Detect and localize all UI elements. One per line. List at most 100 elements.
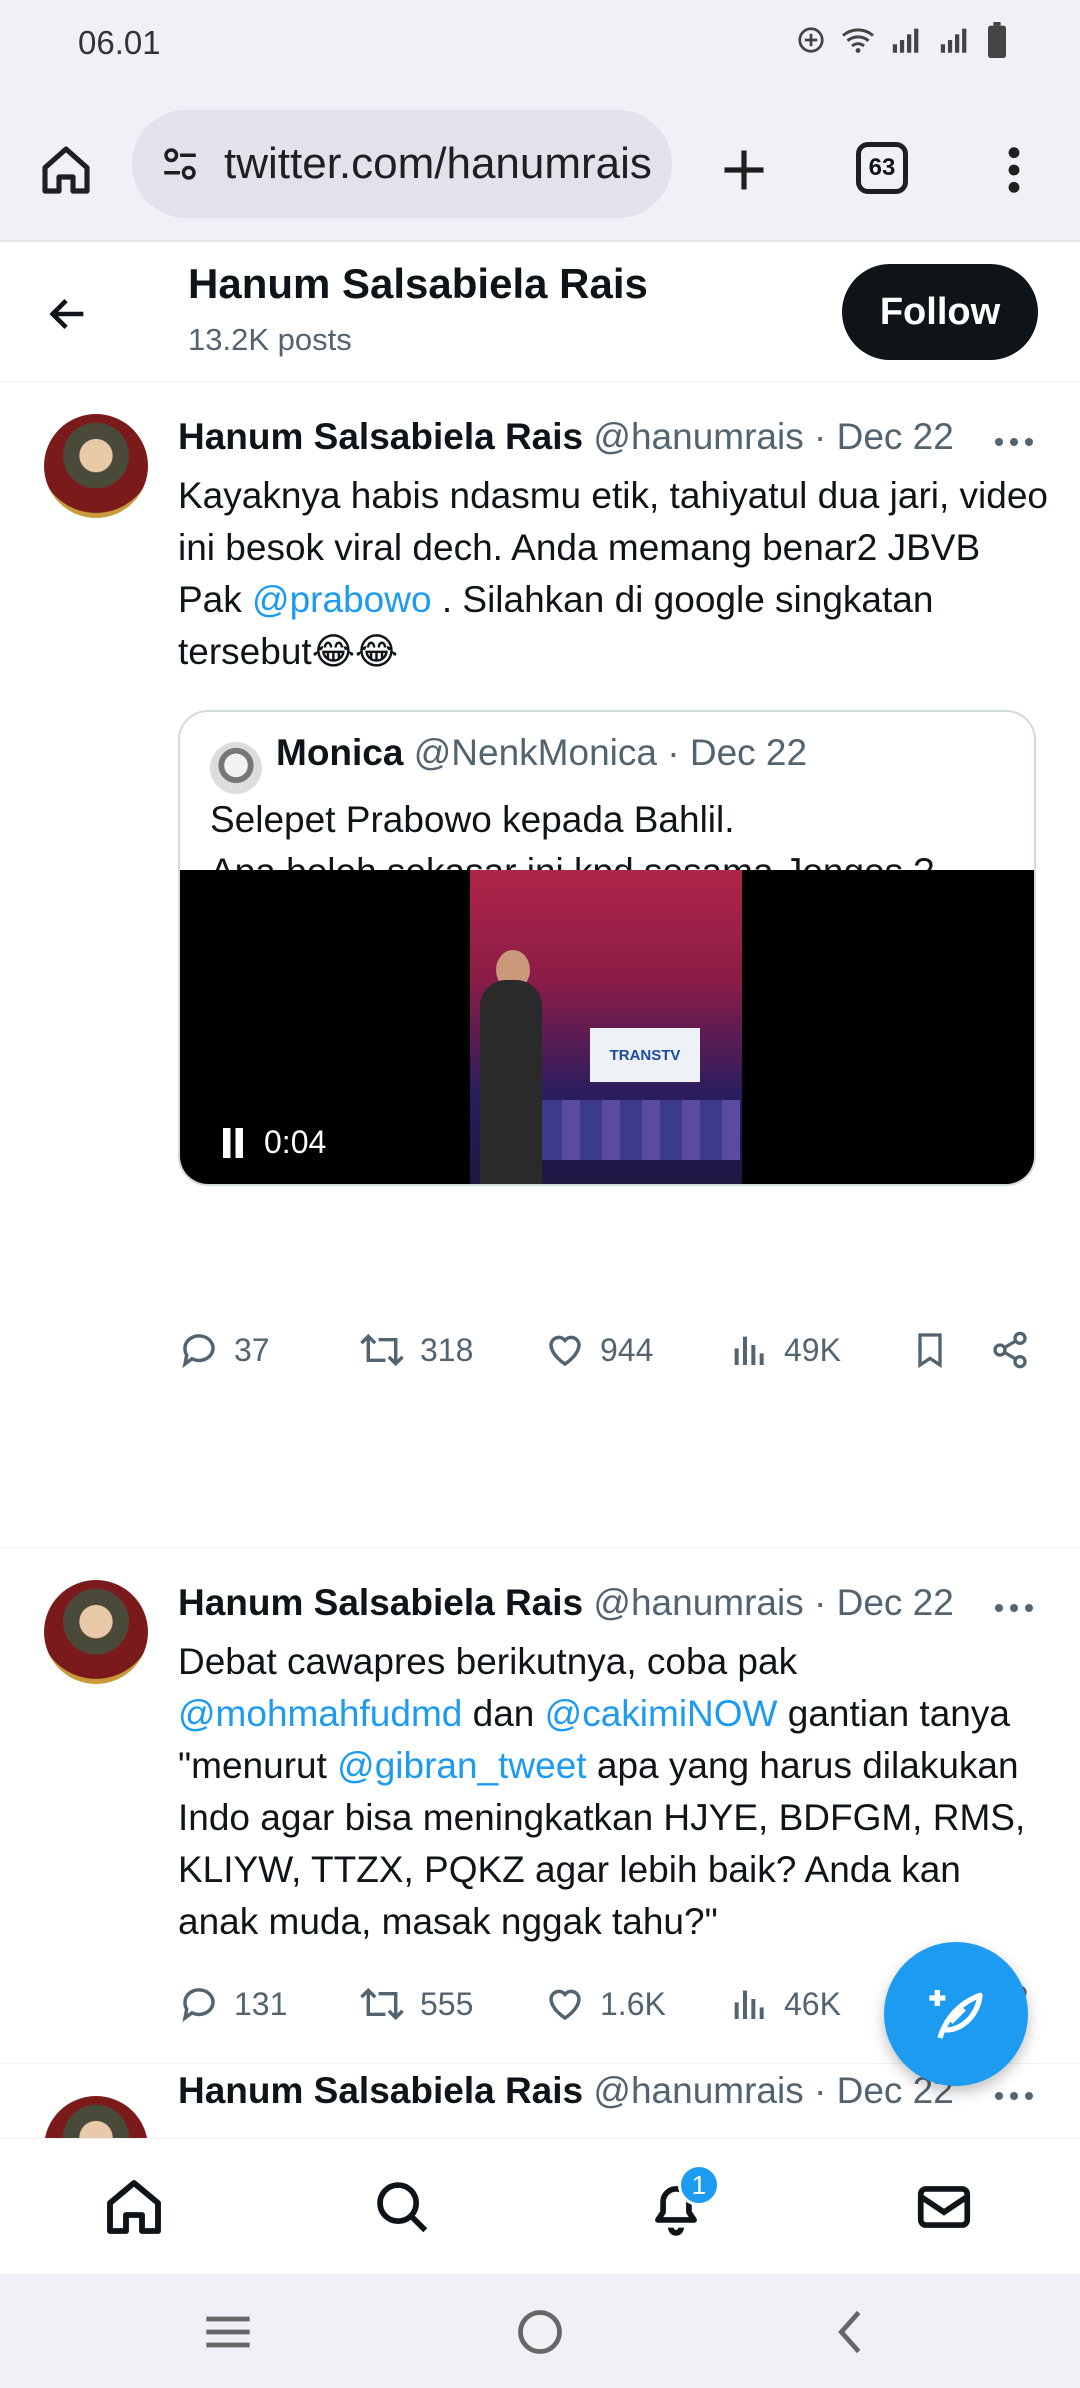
signal-icon-2: [940, 28, 967, 53]
separator: ·: [814, 416, 827, 457]
notification-badge: 1: [678, 2164, 720, 2206]
separator: ·: [667, 732, 680, 773]
tweet-actions: 37 318 944 49K: [178, 1320, 1044, 1380]
quote-avatar[interactable]: [210, 742, 262, 794]
heart-icon: [549, 1989, 581, 2021]
tweet[interactable]: Hanum Salsabiela Rais @hanumrais · Dec 2…: [0, 382, 1080, 1548]
quote-date: Dec 22: [689, 732, 808, 773]
browser-toolbar: twitter.com/hanumrais 63: [0, 92, 1080, 242]
more-options-icon[interactable]: [990, 134, 1038, 206]
data-saver-icon: [798, 27, 824, 53]
reply-icon: [182, 1988, 215, 2023]
follow-button[interactable]: Follow: [842, 264, 1038, 360]
status-time: 06.01: [78, 24, 161, 61]
address-bar[interactable]: twitter.com/hanumrais: [132, 110, 672, 218]
profile-name: Hanum Salsabiela Rais: [188, 260, 648, 307]
video-controls: 0:04: [220, 1124, 326, 1161]
video-person: [480, 980, 542, 1184]
site-settings-icon[interactable]: [156, 140, 204, 188]
home-circle-icon[interactable]: [508, 2300, 572, 2364]
like-count: 944: [600, 1331, 654, 1368]
quote-author-name: Monica: [276, 732, 404, 773]
tweet-text: Debat cawapres berikutnya, coba pak @moh…: [178, 1636, 1048, 1948]
repost-icon: [360, 1987, 404, 2021]
reply-count: 131: [234, 1985, 288, 2022]
mention-link[interactable]: @cakimiNOW: [545, 1693, 778, 1734]
status-bar: 06.01: [0, 0, 1080, 92]
post-count: 13.2K posts: [188, 322, 352, 357]
views-button[interactable]: 46K: [730, 1984, 841, 2024]
avatar[interactable]: [44, 2096, 148, 2138]
like-count: 1.6K: [600, 1985, 666, 2022]
new-tab-icon[interactable]: [708, 134, 780, 206]
reply-icon: [182, 1334, 215, 1369]
avatar[interactable]: [44, 1580, 148, 1684]
repost-icon: [360, 1333, 404, 1367]
search-icon[interactable]: [364, 2169, 440, 2245]
bookmark-button[interactable]: [910, 1329, 950, 1371]
bottom-navigation: [0, 2138, 1080, 2274]
share-icon: [993, 1331, 1027, 1369]
tweet-header: Hanum Salsabiela Rais @hanumrais · Dec 2…: [178, 1582, 954, 1624]
video-time: 0:04: [264, 1124, 327, 1160]
bookmark-icon: [918, 1333, 942, 1369]
tweet-text-part: dan: [462, 1693, 545, 1734]
url-text: twitter.com/hanumrais: [224, 139, 652, 188]
tab-count: 63: [868, 154, 896, 181]
video-player[interactable]: TRANSTV 0:04: [180, 870, 1034, 1184]
quote-author-handle: @NenkMonica: [413, 732, 657, 773]
author-name[interactable]: Hanum Salsabiela Rais: [178, 416, 583, 457]
mention-link[interactable]: @prabowo: [252, 579, 432, 620]
share-button[interactable]: [990, 1329, 1030, 1371]
like-button[interactable]: 944: [544, 1329, 653, 1371]
author-handle[interactable]: @hanumrais: [593, 2070, 803, 2111]
wifi-icon: [842, 28, 874, 53]
home-icon[interactable]: [30, 134, 102, 206]
tweet-text: Kayaknya habis ndasmu etik, tahiyatul du…: [178, 470, 1048, 678]
tweet-header: Hanum Salsabiela Rais @hanumrais · Dec 2…: [178, 2070, 954, 2112]
mention-link[interactable]: @gibran_tweet: [337, 1745, 586, 1786]
tweet-date[interactable]: Dec 22: [837, 1582, 954, 1623]
video-frame: TRANSTV: [470, 870, 742, 1184]
analytics-icon: [734, 1336, 764, 1365]
signal-icon: [892, 28, 919, 53]
tweet-date[interactable]: Dec 22: [837, 416, 954, 457]
reply-count: 37: [234, 1331, 270, 1368]
compose-post-button[interactable]: [884, 1942, 1028, 2086]
author-name[interactable]: Hanum Salsabiela Rais: [178, 2070, 583, 2111]
tab-switcher-button[interactable]: 63: [856, 142, 908, 194]
pause-icon[interactable]: [220, 1127, 246, 1158]
mention-link[interactable]: @mohmahfudmd: [178, 1693, 462, 1734]
author-handle[interactable]: @hanumrais: [593, 1582, 803, 1623]
home-icon[interactable]: [96, 2169, 172, 2245]
like-button[interactable]: 1.6K: [544, 1983, 666, 2025]
more-icon[interactable]: [990, 1588, 1038, 1628]
view-count: 46K: [784, 1985, 841, 2022]
reply-button[interactable]: 37: [178, 1329, 270, 1371]
repost-button[interactable]: 555: [358, 1983, 473, 2025]
video-banner: TRANSTV: [590, 1028, 700, 1082]
reply-button[interactable]: 131: [178, 1983, 287, 2025]
quoted-tweet[interactable]: Monica @NenkMonica · Dec 22 Selepet Prab…: [178, 710, 1036, 1186]
avatar[interactable]: [44, 414, 148, 518]
quote-header: Monica @NenkMonica · Dec 22: [276, 732, 807, 774]
views-button[interactable]: 49K: [730, 1330, 841, 1370]
messages-icon[interactable]: [906, 2169, 982, 2245]
more-icon[interactable]: [990, 2076, 1038, 2116]
recent-apps-icon[interactable]: [196, 2300, 260, 2364]
repost-count: 555: [420, 1985, 474, 2022]
separator: ·: [814, 2070, 827, 2111]
back-arrow-icon[interactable]: [38, 284, 98, 344]
separator: ·: [814, 1582, 827, 1623]
tweet-text-part: Debat cawapres berikutnya, coba pak: [178, 1641, 798, 1682]
system-icons: [796, 22, 1008, 58]
more-icon[interactable]: [990, 422, 1038, 462]
author-name[interactable]: Hanum Salsabiela Rais: [178, 1582, 583, 1623]
back-icon[interactable]: [818, 2300, 882, 2364]
compose-feather-icon: [929, 1990, 983, 2039]
profile-header: Hanum Salsabiela Rais 13.2K posts Follow: [0, 244, 1080, 382]
author-handle[interactable]: @hanumrais: [593, 416, 803, 457]
repost-button[interactable]: 318: [358, 1329, 473, 1371]
tweet-header: Hanum Salsabiela Rais @hanumrais · Dec 2…: [178, 416, 954, 458]
view-count: 49K: [784, 1331, 841, 1368]
